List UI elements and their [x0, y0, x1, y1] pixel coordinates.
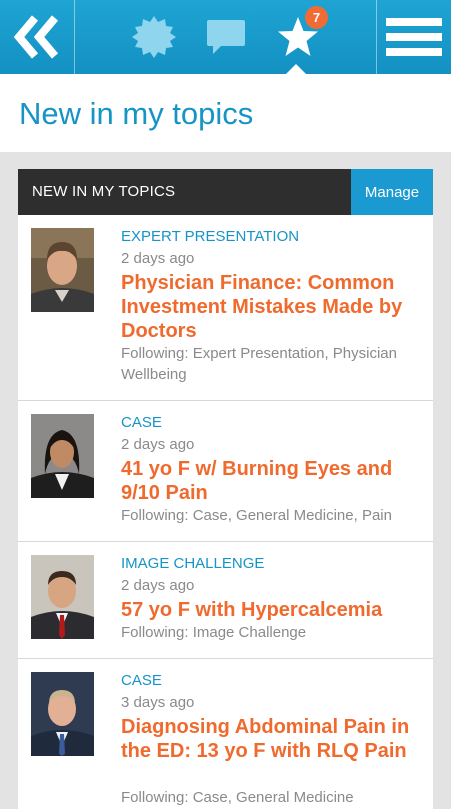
item-timestamp: 2 days ago: [121, 250, 195, 267]
nav-divider: [74, 0, 75, 74]
list-item[interactable]: CASE 2 days ago 41 yo F w/ Burning Eyes …: [18, 401, 433, 542]
item-title-link[interactable]: Diagnosing Abdominal Pain in the ED: 13 …: [121, 715, 421, 763]
manage-button[interactable]: Manage: [351, 169, 433, 215]
item-title-link[interactable]: Physician Finance: Common Investment Mis…: [121, 271, 421, 343]
item-title-link[interactable]: 57 yo F with Hypercalcemia: [121, 598, 421, 622]
menu-button[interactable]: [377, 0, 451, 74]
item-category: EXPERT PRESENTATION: [121, 228, 300, 245]
item-timestamp: 2 days ago: [121, 577, 195, 594]
panel-header: NEW IN MY TOPICS Manage: [18, 169, 433, 215]
avatar: [31, 555, 94, 639]
item-category: CASE: [121, 672, 162, 689]
item-timestamp: 3 days ago: [121, 694, 195, 711]
item-following: Following: Image Challenge: [121, 624, 307, 641]
speech-bubble-icon: [207, 20, 245, 54]
messages-button[interactable]: [198, 0, 254, 74]
active-tab-indicator: [286, 64, 306, 74]
topics-panel: NEW IN MY TOPICS Manage EXPERT PRESENTAT…: [18, 169, 433, 809]
top-nav-bar: 7: [0, 0, 451, 74]
seal-badge-icon: [132, 16, 176, 58]
item-following: Following: Case, General Medicine: [121, 789, 354, 806]
item-timestamp: 2 days ago: [121, 436, 195, 453]
item-title-link[interactable]: 41 yo F w/ Burning Eyes and 9/10 Pain: [121, 457, 421, 505]
avatar: [31, 228, 94, 312]
panel-title: NEW IN MY TOPICS: [32, 183, 176, 200]
back-button[interactable]: [0, 0, 74, 74]
notification-badge: 7: [305, 6, 328, 29]
avatar: [31, 672, 94, 756]
item-following: Following: Expert Presentation, Physicia…: [121, 345, 397, 383]
list-item[interactable]: IMAGE CHALLENGE 2 days ago 57 yo F with …: [18, 542, 433, 659]
page-header: New in my topics: [0, 74, 451, 152]
double-chevron-left-icon: [13, 15, 59, 59]
page-title: New in my topics: [19, 96, 254, 131]
item-category: IMAGE CHALLENGE: [121, 555, 265, 572]
list-item[interactable]: EXPERT PRESENTATION 2 days ago Physician…: [18, 215, 433, 401]
achievements-button[interactable]: [124, 0, 184, 74]
item-category: CASE: [121, 414, 162, 431]
avatar: [31, 414, 94, 498]
list-item[interactable]: CASE 3 days ago Diagnosing Abdominal Pai…: [18, 659, 433, 809]
hamburger-menu-icon: [386, 18, 442, 56]
item-following: Following: Case, General Medicine, Pain: [121, 507, 392, 524]
